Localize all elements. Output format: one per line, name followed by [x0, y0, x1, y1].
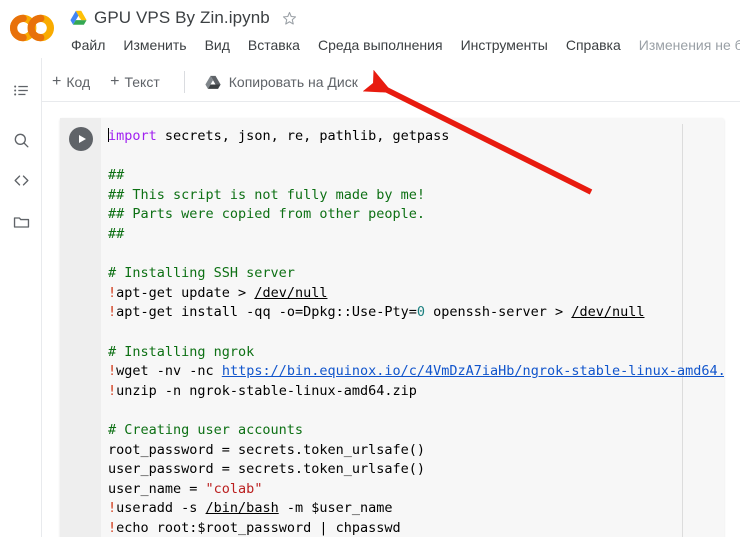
code-editor[interactable]: import secrets, json, re, pathlib, getpa…: [101, 127, 724, 537]
menu-item-runtime[interactable]: Среда выполнения: [309, 35, 452, 55]
code-line: !unzip -n ngrok-stable-linux-amd64.zip: [101, 382, 724, 402]
code-token: !: [108, 304, 117, 321]
code-line: root_password = secrets.token_urlsafe(): [101, 441, 724, 461]
menu-item-help[interactable]: Справка: [557, 35, 630, 55]
code-token: /bin/bash: [205, 500, 279, 517]
drive-icon: [70, 10, 87, 26]
code-line: # Installing ngrok: [101, 343, 724, 363]
code-token: !: [108, 284, 117, 301]
code-line: user_password = secrets.token_urlsafe(): [101, 460, 724, 480]
code-line: !echo root:$root_password | chpasswd: [101, 519, 724, 537]
sidebar-item-search[interactable]: [9, 131, 33, 155]
code-token: !: [108, 382, 117, 399]
code-token: ##: [108, 167, 125, 184]
cell-gutter: [60, 118, 101, 537]
save-status-note: Изменения не буд: [638, 37, 740, 53]
code-token: /dev/null: [571, 304, 645, 321]
add-code-cell-button[interactable]: + Код: [42, 70, 100, 94]
code-token: apt-get install -qq -o=Dpkg::Use-Pty=: [116, 304, 417, 321]
copy-to-drive-button[interactable]: Копировать на Диск: [195, 70, 368, 94]
search-icon: [12, 131, 31, 155]
menu-item-edit[interactable]: Изменить: [114, 35, 195, 55]
code-line: !useradd -s /bin/bash -m $user_name: [101, 499, 724, 519]
play-icon: [78, 135, 86, 143]
drive-icon: [205, 75, 221, 90]
notebook-area: import secrets, json, re, pathlib, getpa…: [42, 102, 740, 537]
code-token: openssh-server >: [425, 304, 572, 321]
code-line: !apt-get install -qq -o=Dpkg::Use-Pty=0 …: [101, 303, 724, 323]
sidebar-item-code-snippets[interactable]: [9, 171, 33, 195]
toolbar-divider: [183, 71, 185, 93]
menu-item-tools[interactable]: Инструменты: [452, 35, 557, 55]
code-token: !: [108, 363, 117, 380]
sidebar-item-files[interactable]: [9, 213, 33, 237]
code-line: # Installing SSH server: [101, 264, 724, 284]
menu-bar: Файл Изменить Вид Вставка Среда выполнен…: [62, 33, 740, 57]
code-token: /dev/null: [254, 284, 328, 301]
code-token: user_password = secrets.token_urlsafe(): [108, 461, 425, 478]
code-token: unzip -n ngrok-stable-linux-amd64.zip: [116, 382, 417, 399]
code-token[interactable]: VmDzA7iaHb/ngrok-stable-linux-amd64.zip: [433, 363, 724, 379]
code-line: user_name = "colab": [101, 480, 724, 500]
code-token: "colab": [205, 480, 263, 497]
colab-window: GPU VPS By Zin.ipynb Файл Изменить Вид В…: [0, 0, 740, 537]
code-token: # Installing ngrok: [108, 343, 255, 360]
code-line: !wget -nv -nc https://bin.equinox.io/c/4…: [101, 362, 724, 382]
code-token: !: [108, 519, 117, 536]
code-token: secrets, json, re, pathlib, getpass: [156, 128, 450, 144]
code-token: ##: [108, 225, 125, 242]
code-token: -m $user_name: [278, 500, 393, 517]
code-token: # Creating user accounts: [108, 421, 304, 438]
plus-icon: +: [110, 73, 120, 90]
code-line: ##: [101, 225, 724, 245]
notebook-toolbar: + Код + Текст Копировать на Диск: [42, 62, 740, 102]
code-token: # Installing SSH server: [108, 265, 295, 282]
code-line: ## Parts were copied from other people.: [101, 205, 724, 225]
colab-logo[interactable]: [8, 8, 56, 48]
code-token: wget -nv -nc: [116, 363, 222, 380]
list-icon: [12, 81, 31, 105]
code-line: ## This script is not fully made by me!: [101, 186, 724, 206]
code-cell[interactable]: import secrets, json, re, pathlib, getpa…: [60, 118, 724, 537]
menu-item-view[interactable]: Вид: [196, 35, 239, 55]
code-token: apt-get update >: [116, 284, 255, 301]
code-token: useradd -s: [116, 500, 206, 517]
code-line: ##: [101, 166, 724, 186]
left-sidebar: [0, 58, 42, 537]
code-token[interactable]: 4: [425, 363, 433, 379]
code-line: # Creating user accounts: [101, 421, 724, 441]
menu-item-file[interactable]: Файл: [62, 35, 114, 55]
code-token: ## This script is not fully made by me!: [108, 186, 425, 203]
copy-to-drive-label: Копировать на Диск: [228, 74, 358, 90]
sidebar-item-table-of-contents[interactable]: [9, 81, 33, 105]
menu-item-insert[interactable]: Вставка: [239, 35, 309, 55]
code-line: !apt-get update > /dev/null: [101, 284, 724, 304]
folder-icon: [12, 213, 31, 237]
code-token: echo root:$root_password | chpasswd: [116, 519, 401, 536]
page-title[interactable]: GPU VPS By Zin.ipynb: [94, 8, 270, 28]
code-line: import secrets, json, re, pathlib, getpa…: [101, 127, 724, 147]
code-token: import: [108, 128, 157, 144]
run-cell-button[interactable]: [69, 127, 93, 151]
document-title-row: GPU VPS By Zin.ipynb: [70, 5, 299, 31]
plus-icon: +: [52, 73, 62, 90]
code-token[interactable]: https://bin.equinox.io/c/: [222, 363, 425, 379]
code-token: user_name =: [108, 480, 206, 497]
star-outline-icon[interactable]: [281, 9, 299, 27]
code-brackets-icon: [12, 171, 31, 195]
app-header: GPU VPS By Zin.ipynb Файл Изменить Вид В…: [0, 0, 740, 58]
add-text-cell-button[interactable]: + Текст: [100, 70, 170, 94]
code-token: root_password = secrets.token_urlsafe(): [108, 441, 425, 458]
code-token: 0: [416, 304, 426, 321]
add-code-cell-label: Код: [66, 74, 91, 90]
add-text-cell-label: Текст: [124, 74, 160, 90]
code-token: ## Parts were copied from other people.: [108, 206, 425, 223]
code-token: !: [108, 500, 117, 517]
